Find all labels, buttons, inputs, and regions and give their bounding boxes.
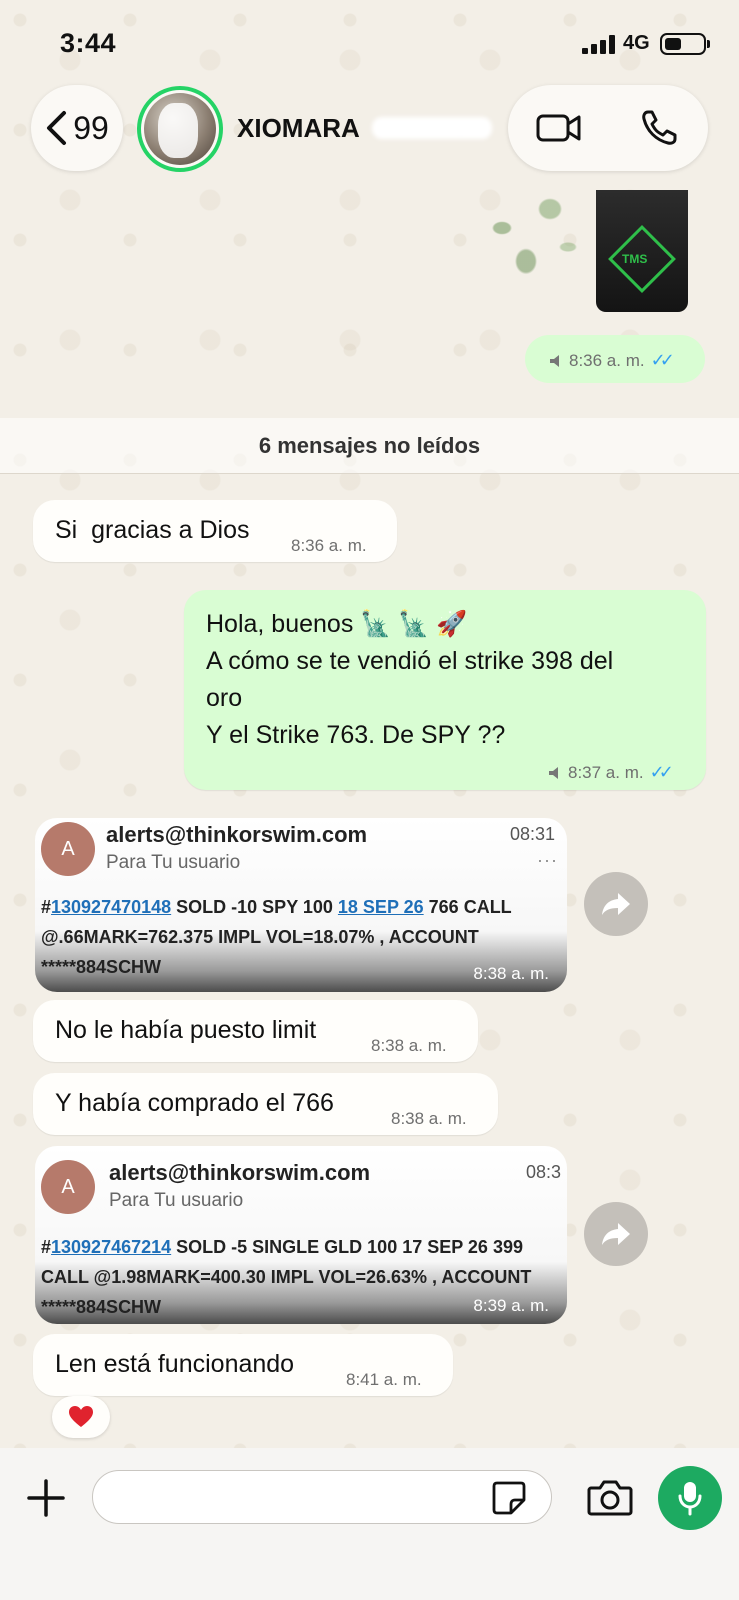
email-screenshot-image[interactable]: A alerts@thinkorswim.com Para Tu usuario… [35, 818, 567, 992]
message-time: 8:38 a. m. [371, 1036, 447, 1055]
message-time: 8:36 a. m. [291, 536, 367, 555]
message-time: 8:36 a. m. [569, 350, 645, 370]
signal-icon [582, 34, 616, 54]
unread-divider: 6 mensajes no leídos [0, 418, 739, 474]
message-input[interactable] [92, 1470, 552, 1524]
camera-icon[interactable] [587, 1478, 633, 1516]
plus-icon[interactable] [26, 1478, 66, 1518]
message-composer [0, 1448, 739, 1600]
avatar-image [144, 93, 216, 165]
message-text: Hola, buenos 🗽 🗽 🚀 A cómo se te vendió e… [206, 610, 614, 749]
speaker-icon [550, 354, 559, 367]
message-bubble[interactable]: Si gracias a Dios 8:36 a. m. [33, 500, 397, 562]
contact-name[interactable]: XIOMARA [237, 113, 360, 144]
sender-avatar: A [41, 822, 95, 876]
forward-icon [602, 1223, 630, 1245]
chevron-left-icon [47, 111, 67, 145]
email-body: #130927470148 SOLD -10 SPY 100 18 SEP 26… [41, 897, 512, 977]
email-screenshot-image[interactable]: A alerts@thinkorswim.com Para Tu usuario… [35, 1146, 567, 1324]
message-time: 8:41 a. m. [346, 1370, 422, 1389]
email-sender: alerts@thinkorswim.com [109, 1160, 371, 1185]
message-time: 8:39 a. m. [473, 1296, 549, 1315]
microphone-icon [678, 1482, 702, 1516]
message-bubble[interactable]: Len está funcionando 8:41 a. m. [33, 1334, 453, 1396]
email-time: 08:31 [510, 824, 556, 844]
contact-avatar[interactable] [137, 86, 223, 172]
network-type: 4G [623, 32, 650, 54]
message-bubble[interactable]: Hola, buenos 🗽 🗽 🚀 A cómo se te vendió e… [184, 590, 706, 790]
heart-icon [69, 1406, 93, 1427]
clock: 3:44 [60, 28, 117, 58]
image-leaves [466, 190, 586, 285]
message-text: No le había puesto limit [55, 1016, 317, 1044]
message-bubble[interactable]: No le había puesto limit 8:38 a. m. [33, 1000, 478, 1062]
status-bar: 3:44 4G [0, 0, 739, 85]
chat-header: 99 XIOMARA [0, 85, 739, 190]
message-text: Si gracias a Dios [55, 516, 250, 544]
email-recipient: Para Tu usuario [106, 852, 241, 873]
media-timestamp-bubble: 8:36 a. m. ✓✓ [525, 335, 705, 383]
forward-icon [602, 893, 630, 915]
forward-button[interactable] [584, 872, 648, 936]
microphone-button[interactable] [658, 1466, 722, 1530]
phone-call-icon[interactable] [640, 109, 678, 147]
sender-avatar: A [41, 1160, 95, 1214]
read-receipt-icon: ✓✓ [650, 350, 675, 370]
message-time: 8:38 a. m. [391, 1109, 467, 1128]
battery-icon [660, 33, 710, 55]
email-recipient: Para Tu usuario [109, 1190, 244, 1211]
message-time: 8:37 a. m. [568, 762, 644, 782]
message-text: Len está funcionando [55, 1350, 295, 1378]
message-time: 8:38 a. m. [473, 964, 549, 983]
machine-logo: TMS [622, 252, 648, 266]
redaction-mark [372, 117, 492, 139]
reaction-badge[interactable] [52, 1396, 110, 1438]
email-time: 08:3 [526, 1162, 562, 1182]
message-text: Y había comprado el 766 [55, 1089, 334, 1117]
message-bubble[interactable]: Y había comprado el 766 8:38 a. m. [33, 1073, 498, 1135]
back-button[interactable]: 99 [31, 85, 123, 171]
call-actions [508, 85, 708, 171]
unread-count: 99 [73, 109, 109, 146]
media-image[interactable]: TMS [466, 190, 698, 320]
speaker-icon [549, 766, 558, 779]
email-body: #130927467214 SOLD -5 SINGLE GLD 100 17 … [41, 1237, 532, 1317]
sticker-icon[interactable] [491, 1480, 527, 1516]
read-receipt-icon: ✓✓ [649, 762, 674, 782]
forward-button[interactable] [584, 1202, 648, 1266]
email-sender: alerts@thinkorswim.com [106, 822, 368, 847]
more-icon: ··· [537, 850, 558, 870]
image-machine: TMS [596, 190, 688, 312]
video-call-icon[interactable] [536, 111, 582, 145]
